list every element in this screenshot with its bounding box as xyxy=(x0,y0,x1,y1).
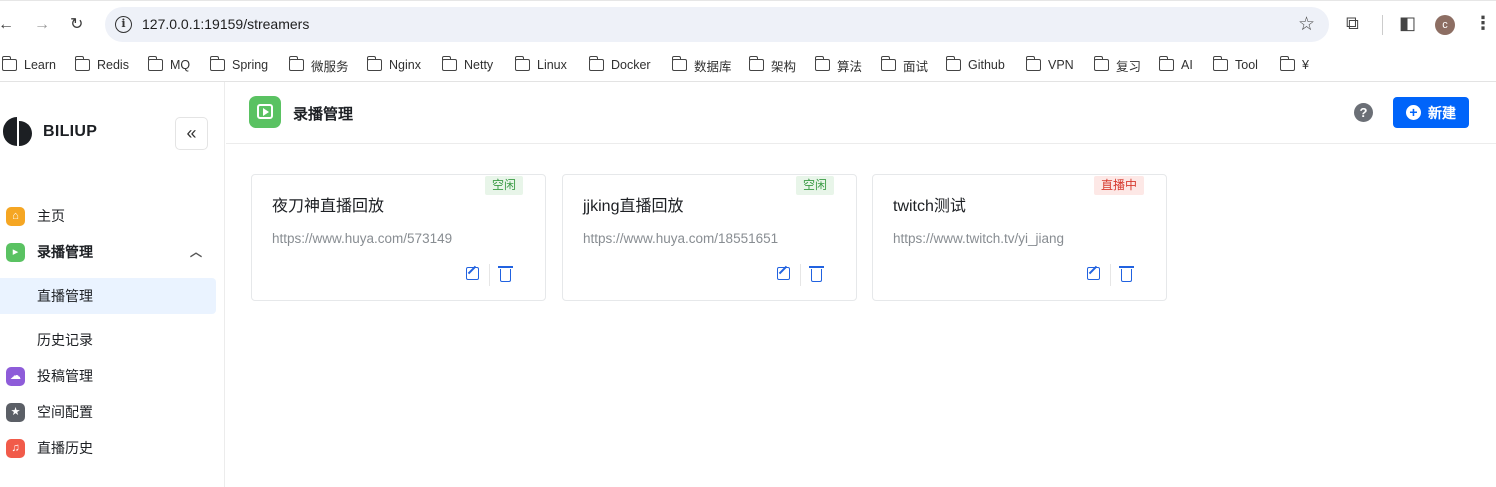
profile-avatar[interactable]: c xyxy=(1435,15,1455,35)
folder-icon xyxy=(671,56,687,71)
sidebar-item-home[interactable]: ⌂ 主页 xyxy=(0,198,216,234)
status-badge: 直播中 xyxy=(1093,176,1144,195)
sidebar-item-live-management[interactable]: 直播管理 xyxy=(0,278,216,314)
back-arrow-icon[interactable]: ← xyxy=(0,15,14,35)
folder-icon xyxy=(814,56,830,71)
streamer-name: twitch测试 xyxy=(893,198,966,215)
folder-icon xyxy=(1212,56,1228,71)
bookmark-folder[interactable]: 面试 xyxy=(880,53,928,77)
plus-icon: + xyxy=(1406,105,1421,120)
bookmark-folder[interactable]: 架构 xyxy=(748,53,796,77)
chevron-up-icon[interactable]: ︿ xyxy=(190,243,202,260)
delete-icon[interactable] xyxy=(808,265,826,283)
bookmark-folder[interactable]: Learn xyxy=(1,53,56,77)
streamer-name: 夜刀神直播回放 xyxy=(272,198,385,215)
address-bar[interactable]: i 127.0.0.1:19159/streamers ☆ xyxy=(105,7,1329,42)
recording-icon xyxy=(249,96,281,128)
sidebar-item-space-config[interactable]: ★ 空间配置 xyxy=(0,394,216,430)
folder-icon xyxy=(1279,56,1295,71)
bookmarks-bar: Learn Redis MQ Spring 微服务 Nginx Netty Li… xyxy=(0,48,1496,82)
folder-icon xyxy=(1158,56,1174,71)
edit-icon[interactable] xyxy=(775,265,793,283)
folder-icon xyxy=(1093,56,1109,71)
toolbar-divider xyxy=(1382,15,1383,35)
bookmark-folder[interactable]: Github xyxy=(945,53,1005,77)
bookmark-folder[interactable]: Linux xyxy=(514,53,567,77)
browser-menu-icon[interactable]: ⋮ xyxy=(1474,12,1492,34)
streamer-url: https://www.huya.com/18551651 xyxy=(583,231,779,246)
sidebar-item-live-history[interactable]: ♫ 直播历史 xyxy=(0,430,216,466)
action-divider xyxy=(800,264,801,286)
bookmark-folder[interactable]: 微服务 xyxy=(288,53,349,77)
bookmark-folder[interactable]: Docker xyxy=(588,53,651,77)
folder-icon xyxy=(1,56,17,71)
new-button[interactable]: + 新建 xyxy=(1393,97,1469,128)
status-badge: 空闲 xyxy=(484,176,523,195)
bookmark-folder[interactable]: 算法 xyxy=(814,53,862,77)
home-icon: ⌂ xyxy=(6,206,25,226)
bookmark-folder[interactable]: Redis xyxy=(74,53,129,77)
streamer-url: https://www.twitch.tv/yi_jiang xyxy=(893,231,1065,246)
sidebar: BILIUP « ⌂ 主页 ▸ 录播管理 ︿ 直播管理 历史记录 ☁ 投稿管理 … xyxy=(0,82,225,487)
folder-icon xyxy=(1025,56,1041,71)
collapse-sidebar-button[interactable]: « xyxy=(175,117,208,150)
streamer-url: https://www.huya.com/573149 xyxy=(272,231,453,246)
bookmark-folder[interactable]: MQ xyxy=(147,53,190,77)
folder-icon xyxy=(945,56,961,71)
sidebar-item-history[interactable]: 历史记录 xyxy=(0,322,216,358)
folder-icon xyxy=(147,56,163,71)
bookmark-folder[interactable]: VPN xyxy=(1025,53,1074,77)
help-icon[interactable]: ? xyxy=(1354,103,1373,122)
bookmark-folder[interactable]: AI xyxy=(1158,53,1193,77)
folder-icon xyxy=(880,56,896,71)
folder-icon xyxy=(588,56,604,71)
bookmark-folder[interactable]: ¥ xyxy=(1279,53,1309,77)
sidebar-item-recordings[interactable]: ▸ 录播管理 ︿ xyxy=(0,234,216,270)
extensions-icon[interactable]: ⧉ xyxy=(1346,12,1359,34)
bookmark-folder[interactable]: 数据库 xyxy=(671,53,732,77)
bookmark-folder[interactable]: Tool xyxy=(1212,53,1258,77)
streamer-card: 空闲 夜刀神直播回放 https://www.huya.com/573149 xyxy=(251,174,546,301)
edit-icon[interactable] xyxy=(464,265,482,283)
url-text[interactable]: 127.0.0.1:19159/streamers xyxy=(142,16,309,32)
delete-icon[interactable] xyxy=(1118,265,1136,283)
biliup-logo-icon xyxy=(3,117,32,146)
forward-arrow-icon[interactable]: → xyxy=(34,15,50,35)
folder-icon xyxy=(74,56,90,71)
folder-icon xyxy=(209,56,225,71)
reload-icon[interactable]: ↻ xyxy=(70,15,83,35)
side-panel-icon[interactable]: ◧ xyxy=(1399,12,1416,34)
bookmark-star-icon[interactable]: ☆ xyxy=(1298,13,1315,36)
sidebar-item-uploads[interactable]: ☁ 投稿管理 xyxy=(0,358,216,394)
bookmark-folder[interactable]: 复习 xyxy=(1093,53,1141,77)
delete-icon[interactable] xyxy=(497,265,515,283)
bookmark-folder[interactable]: Spring xyxy=(209,53,268,77)
site-info-icon[interactable]: i xyxy=(115,16,132,33)
streamer-name: jjking直播回放 xyxy=(583,198,684,215)
folder-icon xyxy=(288,56,304,71)
video-icon: ▸ xyxy=(6,242,25,262)
edit-icon[interactable] xyxy=(1085,265,1103,283)
streamer-card: 直播中 twitch测试 https://www.twitch.tv/yi_ji… xyxy=(872,174,1167,301)
page-title: 录播管理 xyxy=(293,106,354,123)
streamer-card: 空闲 jjking直播回放 https://www.huya.com/18551… xyxy=(562,174,857,301)
folder-icon xyxy=(366,56,382,71)
action-divider xyxy=(1110,264,1111,286)
bookmark-folder[interactable]: Nginx xyxy=(366,53,421,77)
folder-icon xyxy=(748,56,764,71)
browser-toolbar: ← → ↻ i 127.0.0.1:19159/streamers ☆ ⧉ ◧ … xyxy=(0,0,1496,48)
headset-icon: ♫ xyxy=(6,438,25,458)
page-header: 录播管理 ? + 新建 xyxy=(226,82,1496,144)
folder-icon xyxy=(441,56,457,71)
action-divider xyxy=(489,264,490,286)
star-icon: ★ xyxy=(6,402,25,422)
bookmark-folder[interactable]: Netty xyxy=(441,53,493,77)
folder-icon xyxy=(514,56,530,71)
cloud-icon: ☁ xyxy=(6,366,25,386)
status-badge: 空闲 xyxy=(795,176,834,195)
brand-name: BILIUP xyxy=(43,123,98,140)
